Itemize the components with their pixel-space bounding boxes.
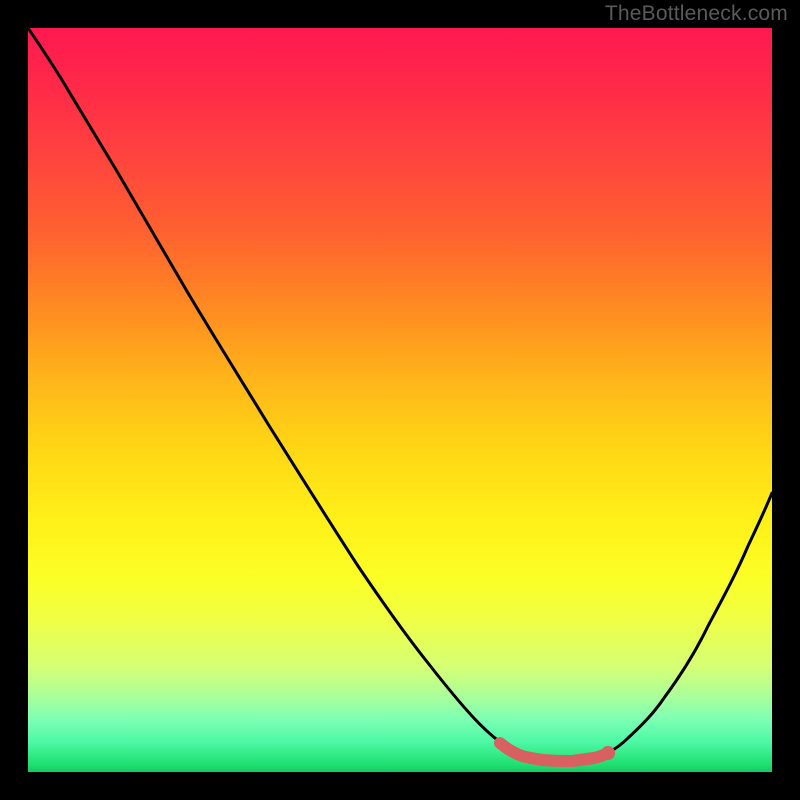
- bottleneck-curve: [28, 28, 772, 761]
- curve-layer: [28, 28, 772, 772]
- bottleneck-highlight: [500, 743, 608, 761]
- watermark-text: TheBottleneck.com: [605, 2, 788, 26]
- highlight-end-marker: [601, 746, 615, 760]
